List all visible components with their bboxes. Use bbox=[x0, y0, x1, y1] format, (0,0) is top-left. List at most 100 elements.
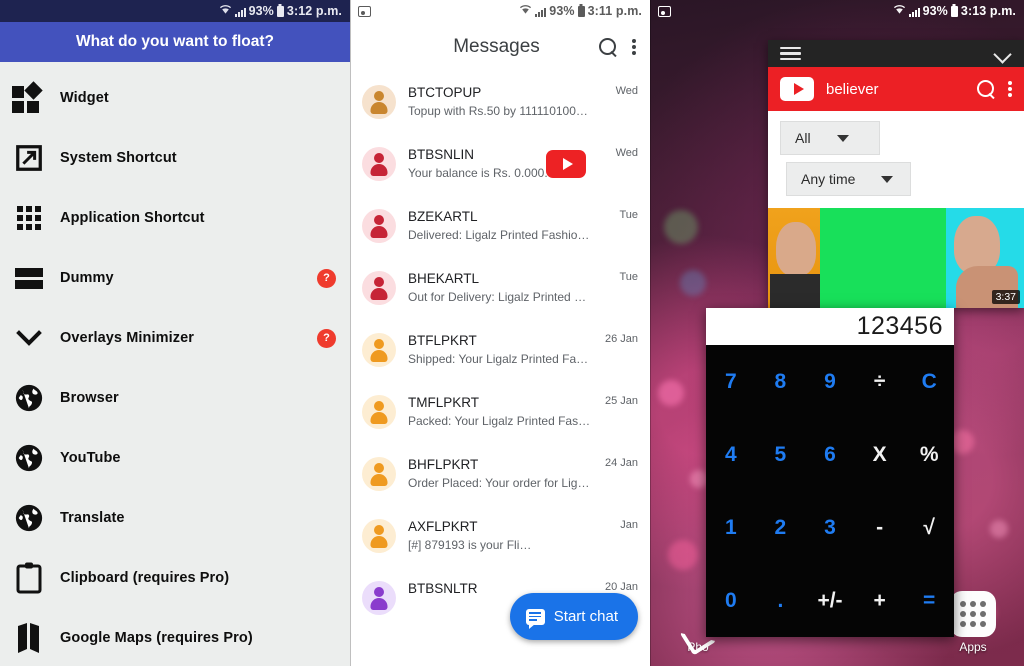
list-item[interactable]: TMFLPKRT Packed: Your Ligalz Printed Fas… bbox=[350, 382, 650, 444]
search-icon[interactable] bbox=[599, 37, 618, 57]
panel-home-with-floating-windows: 93% 3:13 p.m. believer All Any time 3:37… bbox=[650, 0, 1024, 666]
status-bar-panel2: 93% 3:11 p.m. bbox=[350, 0, 650, 22]
status-bar-right-panel1: 93% 3:12 p.m. bbox=[219, 4, 342, 18]
clock-panel1: 3:12 p.m. bbox=[286, 4, 342, 18]
widget-icon bbox=[10, 79, 48, 117]
calc-key-plus[interactable]: + bbox=[855, 564, 905, 637]
signal-icon bbox=[908, 6, 920, 17]
avatar bbox=[362, 581, 396, 615]
list-item[interactable]: BTCTOPUP Topup with Rs.50 by 1111101009 … bbox=[350, 72, 650, 134]
app-title: Messages bbox=[453, 36, 540, 57]
sender-name: BHFLPKRT bbox=[408, 457, 479, 472]
floating-window-titlebar[interactable] bbox=[768, 40, 1024, 67]
hamburger-icon[interactable] bbox=[780, 44, 801, 63]
list-item[interactable]: BZEKARTL Delivered: Ligalz Printed Fashi… bbox=[350, 196, 650, 258]
calc-key-multiply[interactable]: X bbox=[855, 418, 905, 491]
calc-key-5[interactable]: 5 bbox=[756, 418, 806, 491]
calc-key-4[interactable]: 4 bbox=[706, 418, 756, 491]
search-query-text[interactable]: believer bbox=[826, 81, 965, 98]
calc-key-clear[interactable]: C bbox=[904, 345, 954, 418]
calc-key-percent[interactable]: % bbox=[904, 418, 954, 491]
avatar bbox=[362, 395, 396, 429]
list-item-overlays-minimizer[interactable]: Overlays Minimizer ? bbox=[0, 308, 350, 368]
list-item-google-maps[interactable]: Google Maps (requires Pro) bbox=[0, 608, 350, 666]
app-bar-actions bbox=[599, 37, 640, 57]
list-item-label: Application Shortcut bbox=[60, 210, 205, 226]
messages-app-bar: Messages bbox=[350, 22, 650, 72]
calc-key-equals[interactable]: = bbox=[904, 564, 954, 637]
message-date: 24 Jan bbox=[604, 457, 638, 469]
list-item-browser[interactable]: Browser bbox=[0, 368, 350, 428]
calc-key-sign[interactable]: +/- bbox=[805, 564, 855, 637]
dock-item-phone[interactable]: Pho bbox=[670, 637, 726, 654]
calc-key-0[interactable]: 0 bbox=[706, 564, 756, 637]
list-item-dummy[interactable]: Dummy ? bbox=[0, 248, 350, 308]
calc-key-7[interactable]: 7 bbox=[706, 345, 756, 418]
list-item-widget[interactable]: Widget bbox=[0, 68, 350, 128]
calc-key-minus[interactable]: - bbox=[855, 491, 905, 564]
calc-key-2[interactable]: 2 bbox=[756, 491, 806, 564]
battery-percent-panel3: 93% bbox=[922, 4, 948, 18]
calc-key-sqrt[interactable]: √ bbox=[904, 491, 954, 564]
sender-name: BTFLPKRT bbox=[408, 333, 477, 348]
list-item-clipboard[interactable]: Clipboard (requires Pro) bbox=[0, 548, 350, 608]
start-chat-button[interactable]: Start chat bbox=[509, 593, 638, 640]
calc-key-decimal[interactable]: . bbox=[756, 564, 806, 637]
calc-key-1[interactable]: 1 bbox=[706, 491, 756, 564]
page-title: What do you want to float? bbox=[0, 22, 350, 62]
list-item-label: YouTube bbox=[60, 450, 121, 466]
calculator-display[interactable]: 123456 bbox=[706, 308, 954, 345]
calc-key-8[interactable]: 8 bbox=[756, 345, 806, 418]
calculator-keypad: 7 8 9 ÷ C 4 5 6 X % 1 2 3 - √ 0 . +/- + … bbox=[706, 345, 954, 637]
apps-grid-icon bbox=[950, 591, 996, 637]
list-item[interactable]: BHFLPKRT Order Placed: Your order for Li… bbox=[350, 444, 650, 506]
filter-chip-all[interactable]: All bbox=[780, 121, 880, 155]
list-item-system-shortcut[interactable]: System Shortcut bbox=[0, 128, 350, 188]
external-link-icon bbox=[10, 139, 48, 177]
list-item[interactable]: BTBSNLIN Your balance is Rs. 0.000. Wed bbox=[350, 134, 650, 196]
more-vertical-icon[interactable] bbox=[1008, 78, 1012, 100]
globe-icon bbox=[10, 379, 48, 417]
list-item[interactable]: BHEKARTL Out for Delivery: Ligalz Printe… bbox=[350, 258, 650, 320]
calc-key-3[interactable]: 3 bbox=[805, 491, 855, 564]
video-duration: 3:37 bbox=[991, 290, 1020, 304]
list-item-label: Widget bbox=[60, 90, 109, 106]
calc-key-divide[interactable]: ÷ bbox=[855, 345, 905, 418]
panel-floating-apps-chooser: 93% 3:12 p.m. What do you want to float?… bbox=[0, 0, 350, 666]
screenshot-root: 93% 3:12 p.m. What do you want to float?… bbox=[0, 0, 1024, 666]
status-bar-right-panel3: 93% 3:13 p.m. bbox=[893, 4, 1016, 18]
battery-icon bbox=[577, 5, 585, 17]
message-date: 25 Jan bbox=[604, 395, 638, 407]
sender-name: BZEKARTL bbox=[408, 209, 478, 224]
battery-icon bbox=[950, 5, 958, 17]
screenshot-icon bbox=[658, 5, 671, 17]
list-item-label: Browser bbox=[60, 390, 119, 406]
message-body: BZEKARTL Delivered: Ligalz Printed Fashi… bbox=[396, 205, 619, 244]
list-item-translate[interactable]: Translate bbox=[0, 488, 350, 548]
list-item-youtube[interactable]: YouTube bbox=[0, 428, 350, 488]
video-result-thumbnail[interactable]: 3:37 bbox=[768, 208, 1024, 308]
message-date: 26 Jan bbox=[604, 333, 638, 345]
signal-icon bbox=[234, 6, 246, 17]
thumbnail-green-segment bbox=[820, 208, 946, 308]
youtube-play-badge bbox=[546, 150, 586, 178]
more-vertical-icon[interactable] bbox=[632, 37, 636, 57]
list-item[interactable]: AXFLPKRT [#] 879193 is your Fli… Jan bbox=[350, 506, 650, 568]
chat-bubble-icon bbox=[525, 608, 545, 629]
clock-panel3: 3:13 p.m. bbox=[960, 4, 1016, 18]
filter-chip-any-time[interactable]: Any time bbox=[786, 162, 911, 196]
search-icon[interactable] bbox=[977, 79, 996, 99]
avatar bbox=[362, 333, 396, 367]
list-item[interactable]: BTFLPKRT Shipped: Your Ligalz Printed Fa… bbox=[350, 320, 650, 382]
sender-name: AXFLPKRT bbox=[408, 519, 478, 534]
list-item-application-shortcut[interactable]: Application Shortcut bbox=[0, 188, 350, 248]
calc-key-9[interactable]: 9 bbox=[805, 345, 855, 418]
message-preview: Shipped: Your Ligalz Printed Fashi… bbox=[408, 352, 593, 366]
status-bar-panel3: 93% 3:13 p.m. bbox=[650, 0, 1024, 22]
message-preview: Packed: Your Ligalz Printed Fashi… bbox=[408, 414, 593, 428]
message-date: Jan bbox=[620, 519, 638, 531]
help-badge-overlays-minimizer[interactable]: ? bbox=[317, 328, 336, 348]
battery-percent-panel2: 93% bbox=[549, 4, 575, 18]
calc-key-6[interactable]: 6 bbox=[805, 418, 855, 491]
help-badge-dummy[interactable]: ? bbox=[317, 268, 336, 288]
